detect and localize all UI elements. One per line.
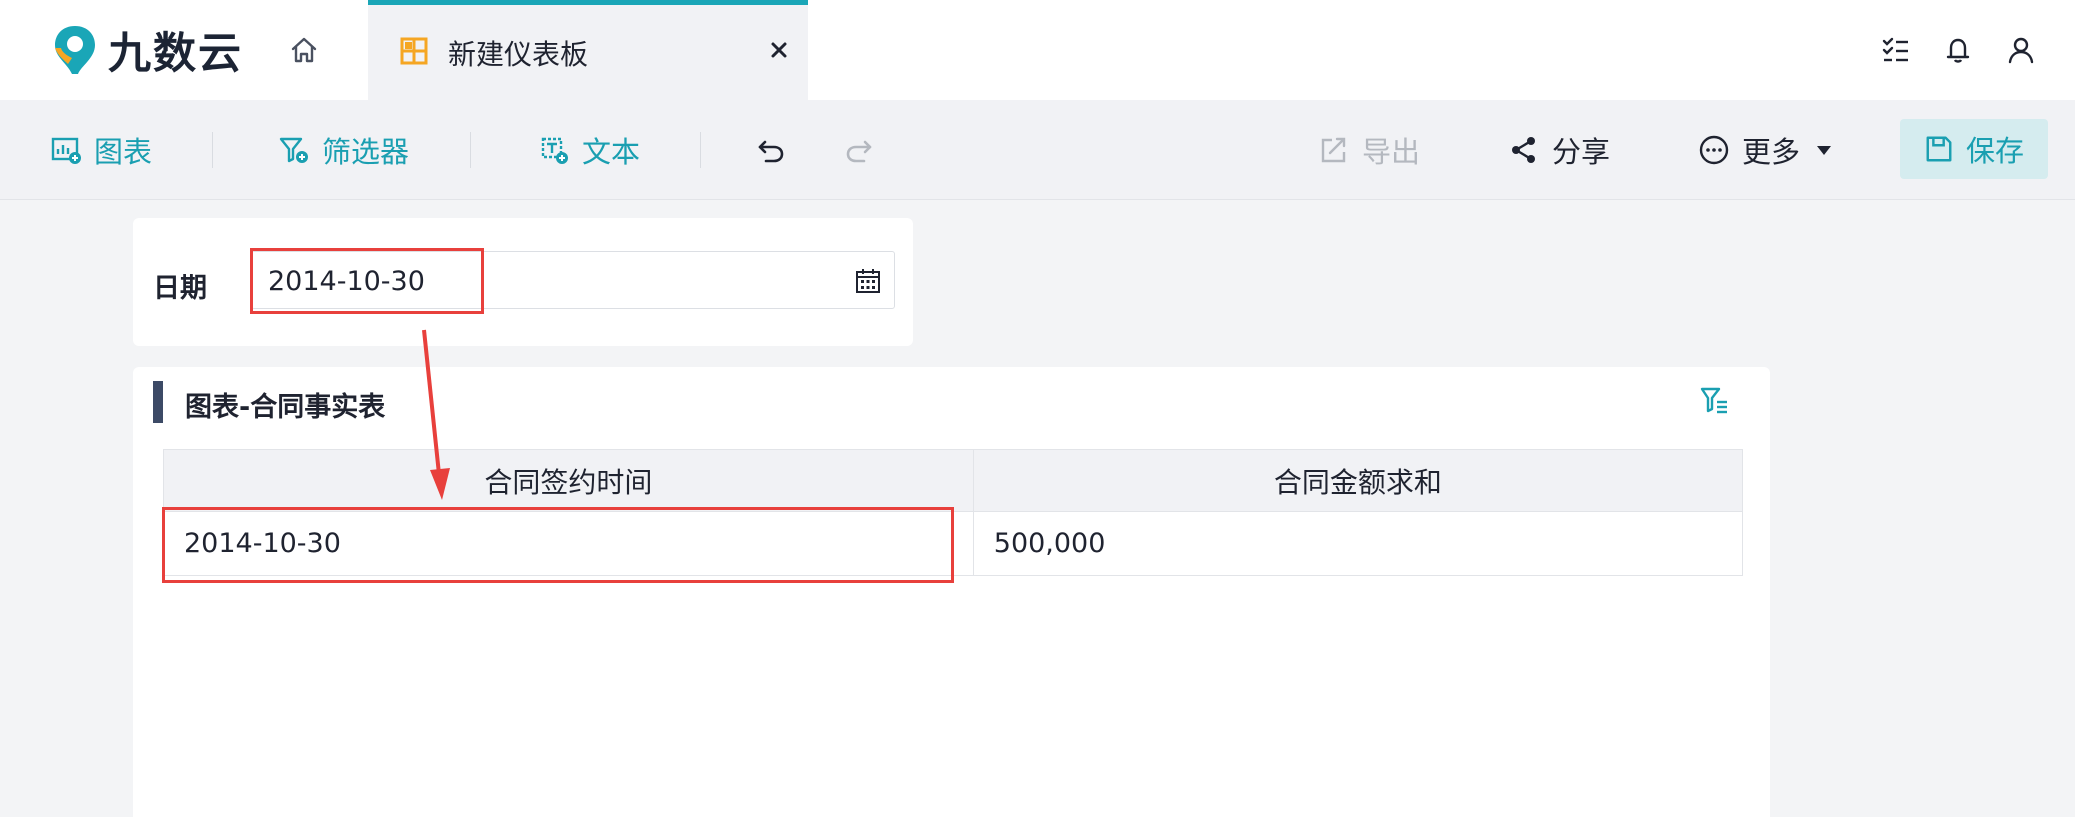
add-text-label: 文本 [582, 135, 641, 169]
logo-icon [55, 26, 95, 74]
filter-list-icon[interactable] [1699, 385, 1731, 417]
toolbar-divider [700, 132, 701, 168]
redo-icon [846, 140, 872, 163]
export-label: 导出 [1362, 135, 1421, 169]
dashboard-icon [400, 37, 428, 65]
bell-icon [1946, 38, 1970, 63]
caret-down-icon [1817, 146, 1832, 155]
export-icon [1321, 137, 1346, 163]
tab-label: 新建仪表板 [448, 38, 589, 71]
tab-dashboard[interactable]: 新建仪表板 [368, 0, 808, 100]
save-label: 保存 [1965, 134, 2024, 168]
share-button[interactable]: 分享 [1508, 128, 1610, 172]
undo-button[interactable] [755, 128, 787, 172]
data-table: 合同签约时间 合同金额求和 2014-10-30 500,000 [163, 449, 1744, 576]
top-bar: 九数云 新建仪表板 [0, 0, 2075, 100]
table-cell: 500,000 [972, 511, 1744, 576]
table-cell: 2014-10-30 [163, 511, 974, 576]
toolbar-divider [212, 132, 213, 168]
column-header[interactable]: 合同金额求和 [972, 449, 1744, 512]
add-filter-label: 筛选器 [322, 135, 410, 169]
date-input[interactable]: 2014-10-30 [251, 251, 895, 309]
chart-add-icon [51, 137, 81, 164]
column-header[interactable]: 合同签约时间 [163, 449, 974, 512]
table-row: 2014-10-30 500,000 [163, 511, 1744, 576]
export-button[interactable]: 导出 [1318, 128, 1420, 172]
filter-add-icon [279, 137, 308, 163]
checklist-icon [1882, 37, 1908, 62]
save-button[interactable]: 保存 [1900, 119, 2048, 179]
save-icon [1926, 136, 1952, 162]
date-filter-card: 日期 2014-10-30 [133, 218, 913, 346]
chart-card: 图表-合同事实表 合同签约时间 合同金额求和 2014-10-30 500,00… [133, 367, 1770, 817]
chart-title-accent [153, 381, 163, 423]
date-value: 2014-10-30 [268, 266, 425, 297]
more-button[interactable]: 更多 [1698, 128, 1834, 172]
share-icon [1512, 137, 1535, 163]
more-label: 更多 [1742, 135, 1801, 169]
user-button[interactable] [2001, 30, 2041, 70]
home-button[interactable] [284, 30, 324, 70]
notifications-button[interactable] [1938, 30, 1978, 70]
share-label: 分享 [1552, 135, 1611, 169]
undo-icon [758, 140, 784, 163]
app-logo[interactable]: 九数云 [52, 22, 243, 79]
toolbar-divider [470, 132, 471, 168]
date-filter-label: 日期 [153, 273, 207, 304]
add-chart-button[interactable]: 图表 [50, 128, 152, 172]
add-text-button[interactable]: 文本 [538, 128, 640, 172]
home-icon [291, 37, 317, 63]
user-icon [2008, 37, 2034, 64]
tasks-button[interactable] [1876, 30, 1916, 70]
tab-close-button[interactable] [764, 35, 794, 65]
toolbar: 图表 筛选器 文本 导出 分享 更多 [0, 100, 2075, 200]
chart-title: 图表-合同事实表 [185, 392, 386, 423]
table-header-row: 合同签约时间 合同金额求和 [163, 449, 1744, 512]
calendar-icon[interactable] [854, 267, 882, 295]
redo-button[interactable] [843, 128, 875, 172]
text-add-icon [541, 137, 568, 164]
more-icon [1699, 135, 1729, 165]
close-icon [771, 42, 787, 58]
add-chart-label: 图表 [94, 135, 153, 169]
logo-text: 九数云 [108, 29, 243, 79]
add-filter-button[interactable]: 筛选器 [278, 128, 409, 172]
